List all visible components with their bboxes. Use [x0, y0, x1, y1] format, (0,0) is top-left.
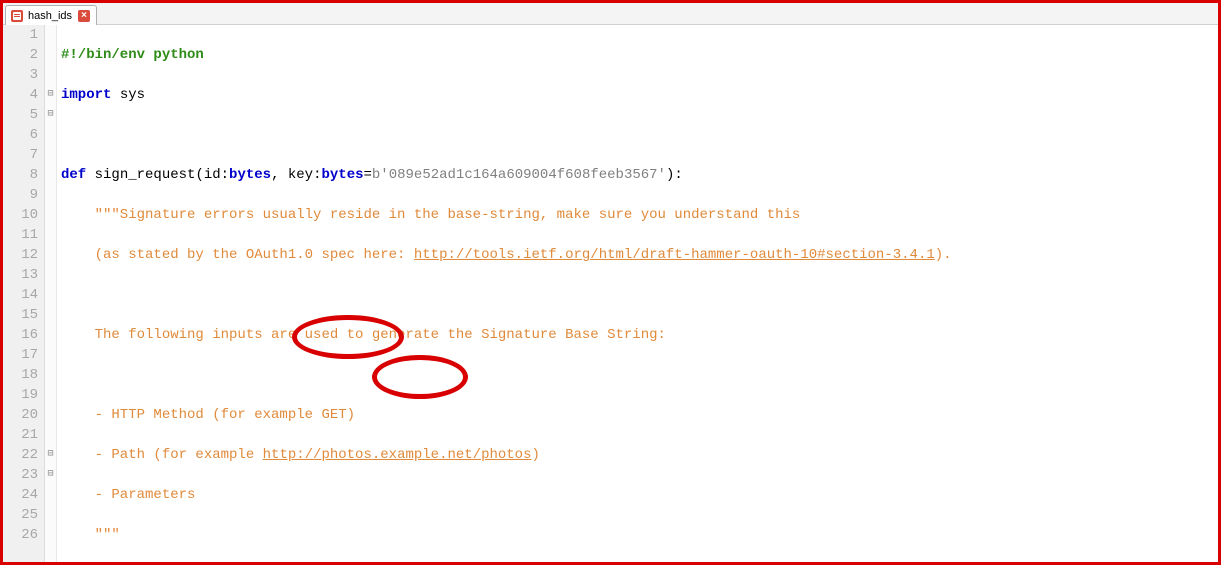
- code-line: """: [61, 525, 1218, 545]
- line-number: 24: [3, 485, 38, 505]
- line-number: 3: [3, 65, 38, 85]
- line-number: 17: [3, 345, 38, 365]
- code-line: [61, 365, 1218, 385]
- tab-bar: hash_ids ×: [3, 3, 1218, 25]
- code-line: [61, 285, 1218, 305]
- close-icon[interactable]: ×: [78, 10, 90, 22]
- line-number: 7: [3, 145, 38, 165]
- line-number: 4: [3, 85, 38, 105]
- tab-label: hash_ids: [28, 10, 72, 22]
- code-line: The following inputs are used to generat…: [61, 325, 1218, 345]
- line-number: 19: [3, 385, 38, 405]
- line-number-gutter: 1 2 3 4 5 6 7 8 9 10 11 12 13 14 15 16 1…: [3, 25, 45, 562]
- code-line: - HTTP Method (for example GET): [61, 405, 1218, 425]
- line-number: 15: [3, 305, 38, 325]
- line-number: 11: [3, 225, 38, 245]
- line-number: 12: [3, 245, 38, 265]
- fold-toggle[interactable]: ⊟: [45, 85, 56, 105]
- fold-gutter: ⊟ ⊟ ⊟ ⊟: [45, 25, 57, 562]
- code-line: [61, 125, 1218, 145]
- line-number: 25: [3, 505, 38, 525]
- line-number: 1: [3, 25, 38, 45]
- code-line: def sign_request(id:bytes, key:bytes=b'0…: [61, 165, 1218, 185]
- fold-toggle[interactable]: ⊟: [45, 105, 56, 125]
- line-number: 8: [3, 165, 38, 185]
- line-number: 2: [3, 45, 38, 65]
- editor-window: hash_ids × 1 2 3 4 5 6 7 8 9 10 11 12 13…: [0, 0, 1221, 565]
- line-number: 10: [3, 205, 38, 225]
- line-number: 20: [3, 405, 38, 425]
- code-line: (as stated by the OAuth1.0 spec here: ht…: [61, 245, 1218, 265]
- code-line: import sys: [61, 85, 1218, 105]
- code-editor[interactable]: 1 2 3 4 5 6 7 8 9 10 11 12 13 14 15 16 1…: [3, 25, 1218, 562]
- line-number: 6: [3, 125, 38, 145]
- line-number: 26: [3, 525, 38, 545]
- code-line: """Signature errors usually reside in th…: [61, 205, 1218, 225]
- line-number: 18: [3, 365, 38, 385]
- code-line: #!/bin/env python: [61, 45, 1218, 65]
- line-number: 16: [3, 325, 38, 345]
- line-number: 9: [3, 185, 38, 205]
- line-number: 5: [3, 105, 38, 125]
- line-number: 22: [3, 445, 38, 465]
- fold-toggle[interactable]: ⊟: [45, 445, 56, 465]
- file-tab-hash-ids[interactable]: hash_ids ×: [5, 5, 97, 25]
- line-number: 23: [3, 465, 38, 485]
- line-number: 14: [3, 285, 38, 305]
- code-line: - Path (for example http://photos.exampl…: [61, 445, 1218, 465]
- fold-toggle[interactable]: ⊟: [45, 465, 56, 485]
- file-icon: [10, 9, 24, 23]
- line-number: 21: [3, 425, 38, 445]
- code-line: - Parameters: [61, 485, 1218, 505]
- line-number: 13: [3, 265, 38, 285]
- code-content[interactable]: #!/bin/env python import sys def sign_re…: [57, 25, 1218, 562]
